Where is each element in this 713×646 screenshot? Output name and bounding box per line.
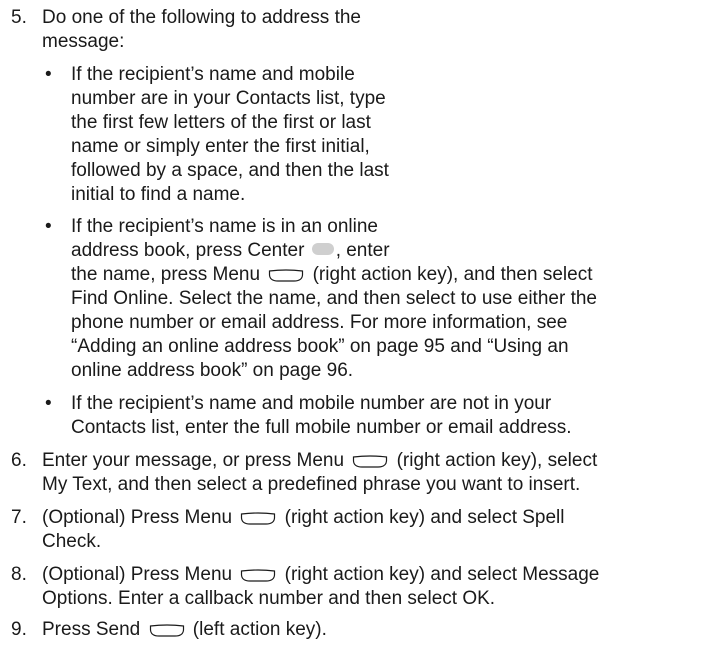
manual-page: 5. Do one of the following to address th… <box>0 0 713 646</box>
right-action-key-icon <box>241 512 276 525</box>
bullet-text-part: (right action key), and then select <box>312 264 593 285</box>
right-action-key-icon <box>269 269 304 282</box>
right-action-key-icon <box>241 569 276 582</box>
step-text: Check. <box>42 531 102 552</box>
bullet-text: number are in your Contacts list, type <box>71 88 386 109</box>
bullet-text: “Adding an online address book” on page … <box>71 336 569 357</box>
step-text: (Optional) Press Menu (right action key)… <box>42 506 565 530</box>
step-text-part: (right action key) and select Spell <box>284 507 565 528</box>
bullet-marker: • <box>45 393 52 414</box>
right-action-key-icon <box>353 455 388 468</box>
bullet-text: address book, press Center , enter <box>71 239 390 263</box>
step-text-part: Press Send <box>42 619 141 640</box>
bullet-text: the first few letters of the first or la… <box>71 112 371 133</box>
step-text-part: (Optional) Press Menu <box>42 507 233 528</box>
center-key-icon <box>311 243 334 255</box>
step-text: message: <box>42 31 125 52</box>
bullet-text: Find Online. Select the name, and then s… <box>71 288 597 309</box>
bullet-text: If the recipient’s name and mobile <box>71 64 355 85</box>
bullet-text-part: , enter <box>335 240 390 261</box>
step-text: Enter your message, or press Menu (right… <box>42 449 597 473</box>
step-text: (Optional) Press Menu (right action key)… <box>42 563 599 587</box>
bullet-text: online address book” on page 96. <box>71 360 354 381</box>
step-number: 5. <box>11 7 27 28</box>
step-number: 7. <box>11 507 27 528</box>
step-number: 9. <box>11 619 27 640</box>
step-text: My Text, and then select a predefined ph… <box>42 474 581 495</box>
bullet-marker: • <box>45 64 52 85</box>
bullet-text: phone number or email address. For more … <box>71 312 568 333</box>
left-action-key-icon <box>149 624 184 637</box>
bullet-text: name or simply enter the first initial, <box>71 136 370 157</box>
bullet-text: Contacts list, enter the full mobile num… <box>71 417 572 438</box>
step-number: 8. <box>11 564 27 585</box>
step-text-part: (right action key), select <box>396 450 598 471</box>
step-text-part: (left action key). <box>192 619 327 640</box>
bullet-text: If the recipient’s name and mobile numbe… <box>71 393 552 414</box>
bullet-text-part: the name, press Menu <box>71 264 261 285</box>
bullet-text: the name, press Menu (right action key),… <box>71 263 592 287</box>
step-text-part: (Optional) Press Menu <box>42 564 233 585</box>
bullet-text-part: address book, press Center <box>71 240 305 261</box>
step-text: Options. Enter a callback number and the… <box>42 588 496 609</box>
step-text-part: (right action key) and select Message <box>284 564 600 585</box>
bullet-marker: • <box>45 216 52 237</box>
bullet-text: initial to find a name. <box>71 184 246 205</box>
step-text: Do one of the following to address the <box>42 7 361 28</box>
bullet-text: followed by a space, and then the last <box>71 160 389 181</box>
step-number: 6. <box>11 450 27 471</box>
step-text-part: Enter your message, or press Menu <box>42 450 345 471</box>
step-text: Press Send (left action key). <box>42 618 327 642</box>
bullet-text: If the recipient’s name is in an online <box>71 216 378 237</box>
